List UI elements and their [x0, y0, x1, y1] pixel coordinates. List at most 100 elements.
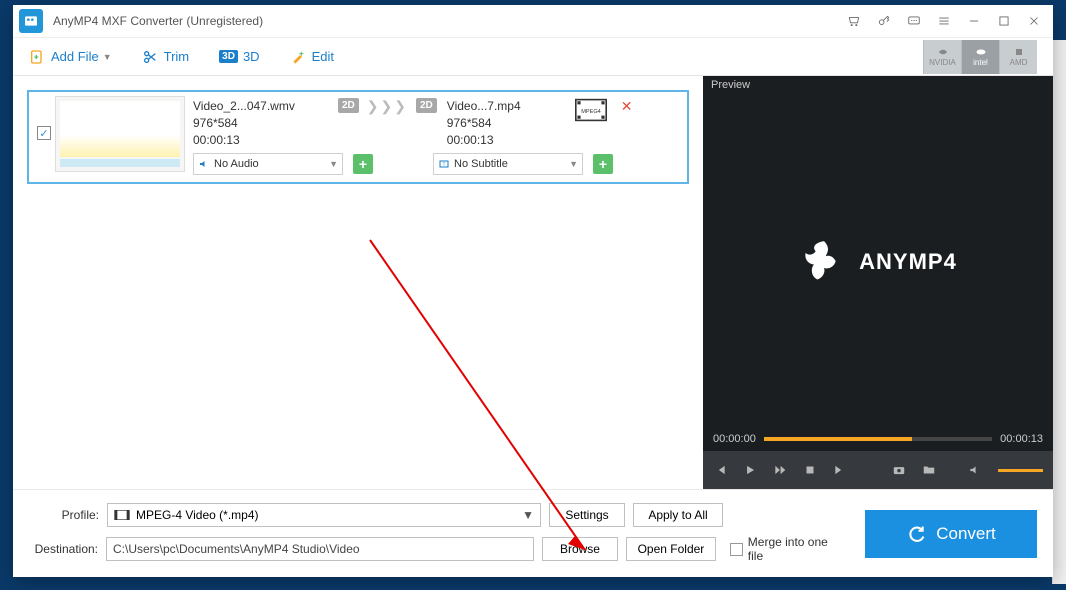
source-res: 976*584: [193, 115, 338, 132]
file-item[interactable]: ✓ Video_2...047.wmv 976*584 00:00:13 2D …: [27, 90, 689, 184]
add-file-icon: [29, 49, 45, 65]
fwd-button[interactable]: [773, 463, 787, 477]
snapshot-button[interactable]: [892, 463, 906, 477]
cart-icon[interactable]: [841, 8, 867, 34]
gpu-amd[interactable]: AMD: [999, 40, 1037, 74]
trim-label: Trim: [164, 49, 190, 64]
add-subtitle-button[interactable]: +: [593, 154, 613, 174]
next-button[interactable]: [833, 463, 847, 477]
source-name: Video_2...047.wmv: [193, 98, 338, 115]
profile-label: Profile:: [29, 508, 107, 522]
time-bar: 00:00:00 00:00:13: [703, 427, 1053, 451]
preview-header: Preview: [703, 76, 1053, 96]
brand-logo: ANYMP4: [799, 237, 957, 287]
audio-label: No Audio: [214, 158, 259, 170]
add-audio-button[interactable]: +: [353, 154, 373, 174]
minimize-icon[interactable]: [961, 8, 987, 34]
volume-button[interactable]: [968, 463, 982, 477]
browse-button[interactable]: Browse: [542, 537, 618, 561]
svg-text:MPEG4: MPEG4: [581, 109, 601, 115]
gpu-badges: NVIDIA intel AMD: [923, 40, 1037, 74]
target-dur: 00:00:13: [447, 132, 557, 149]
flame-icon: [799, 237, 849, 287]
chevron-down-icon: ▼: [329, 159, 338, 169]
source-2d-badge: 2D: [338, 98, 359, 113]
convert-label: Convert: [936, 524, 996, 544]
item-thumbnail[interactable]: [55, 96, 185, 172]
edit-label: Edit: [312, 49, 334, 64]
merge-label: Merge into one file: [748, 535, 845, 563]
app-icon: [19, 9, 43, 33]
brand-text: ANYMP4: [859, 249, 957, 275]
volume-slider[interactable]: [998, 469, 1043, 472]
settings-button[interactable]: Settings: [549, 503, 625, 527]
item-check-area: ✓: [33, 96, 55, 178]
dest-input[interactable]: C:\Users\pc\Documents\AnyMP4 Studio\Vide…: [106, 537, 534, 561]
audio-select[interactable]: No Audio ▼: [193, 153, 343, 175]
target-res: 976*584: [447, 115, 557, 132]
refresh-icon: [906, 524, 926, 544]
bottom-panel: Profile: MPEG-4 Video (*.mp4) ▼ Settings…: [13, 489, 1053, 577]
close-icon[interactable]: [1021, 8, 1047, 34]
play-button[interactable]: [743, 463, 757, 477]
scissors-icon: [142, 49, 158, 65]
time-end: 00:00:13: [1000, 433, 1043, 445]
add-file-button[interactable]: Add File ▼: [29, 49, 112, 65]
svg-text:T: T: [443, 162, 446, 167]
gpu-intel[interactable]: intel: [961, 40, 999, 74]
subtitle-label: No Subtitle: [454, 158, 508, 170]
film-icon: [114, 509, 130, 521]
delete-icon[interactable]: ✕: [621, 98, 633, 115]
folder-button[interactable]: [922, 463, 936, 477]
3d-label: 3D: [243, 49, 260, 64]
message-icon[interactable]: [901, 8, 927, 34]
audio-icon: [198, 158, 210, 170]
target-name: Video...7.mp4: [447, 98, 557, 115]
profile-value: MPEG-4 Video (*.mp4): [136, 508, 259, 522]
key-icon[interactable]: [871, 8, 897, 34]
source-dur: 00:00:13: [193, 132, 338, 149]
merge-checkbox[interactable]: [730, 543, 743, 556]
item-checkbox[interactable]: ✓: [37, 126, 51, 140]
subtitle-icon: T: [438, 158, 450, 170]
3d-badge-icon: 3D: [219, 50, 238, 63]
toolbar: Add File ▼ Trim 3D 3D Edit NVIDIA intel …: [13, 38, 1053, 76]
app-window: AnyMP4 MXF Converter (Unregistered) Add …: [13, 5, 1053, 577]
3d-button[interactable]: 3D 3D: [219, 49, 259, 64]
titlebar: AnyMP4 MXF Converter (Unregistered): [13, 5, 1053, 38]
file-list: ✓ Video_2...047.wmv 976*584 00:00:13 2D …: [13, 76, 703, 489]
content-area: ✓ Video_2...047.wmv 976*584 00:00:13 2D …: [13, 76, 1053, 489]
stop-button[interactable]: [803, 463, 817, 477]
trim-button[interactable]: Trim: [142, 49, 190, 65]
wand-icon: [290, 49, 306, 65]
arrow-icon: ❯❯❯: [367, 98, 408, 115]
outer-scrollbar[interactable]: [1052, 40, 1066, 584]
dest-label: Destination:: [29, 542, 106, 556]
profile-select[interactable]: MPEG-4 Video (*.mp4) ▼: [107, 503, 541, 527]
chevron-down-icon: ▼: [103, 52, 112, 62]
maximize-icon[interactable]: [991, 8, 1017, 34]
seek-track[interactable]: [764, 437, 992, 441]
merge-option[interactable]: Merge into one file: [730, 535, 845, 563]
chevron-down-icon: ▼: [569, 159, 578, 169]
prev-button[interactable]: [713, 463, 727, 477]
window-title: AnyMP4 MXF Converter (Unregistered): [53, 14, 837, 28]
open-folder-button[interactable]: Open Folder: [626, 537, 716, 561]
preview-controls: [703, 451, 1053, 489]
menu-icon[interactable]: [931, 8, 957, 34]
target-2d-badge[interactable]: 2D: [416, 98, 437, 113]
options: Profile: MPEG-4 Video (*.mp4) ▼ Settings…: [29, 502, 845, 565]
mpeg4-icon[interactable]: MPEG4: [575, 98, 607, 122]
apply-all-button[interactable]: Apply to All: [633, 503, 723, 527]
source-info: Video_2...047.wmv 976*584 00:00:13: [193, 98, 338, 148]
preview-panel: Preview ANYMP4 00:00:00 00:00:13: [703, 76, 1053, 489]
preview-body[interactable]: ANYMP4: [703, 96, 1053, 427]
time-start: 00:00:00: [713, 433, 756, 445]
convert-button[interactable]: Convert: [865, 510, 1037, 558]
subtitle-select[interactable]: T No Subtitle ▼: [433, 153, 583, 175]
gpu-nvidia[interactable]: NVIDIA: [923, 40, 961, 74]
chevron-down-icon: ▼: [522, 508, 534, 522]
item-info: Video_2...047.wmv 976*584 00:00:13 2D ❯❯…: [185, 96, 683, 178]
target-info: Video...7.mp4 976*584 00:00:13: [447, 98, 557, 148]
edit-button[interactable]: Edit: [290, 49, 334, 65]
